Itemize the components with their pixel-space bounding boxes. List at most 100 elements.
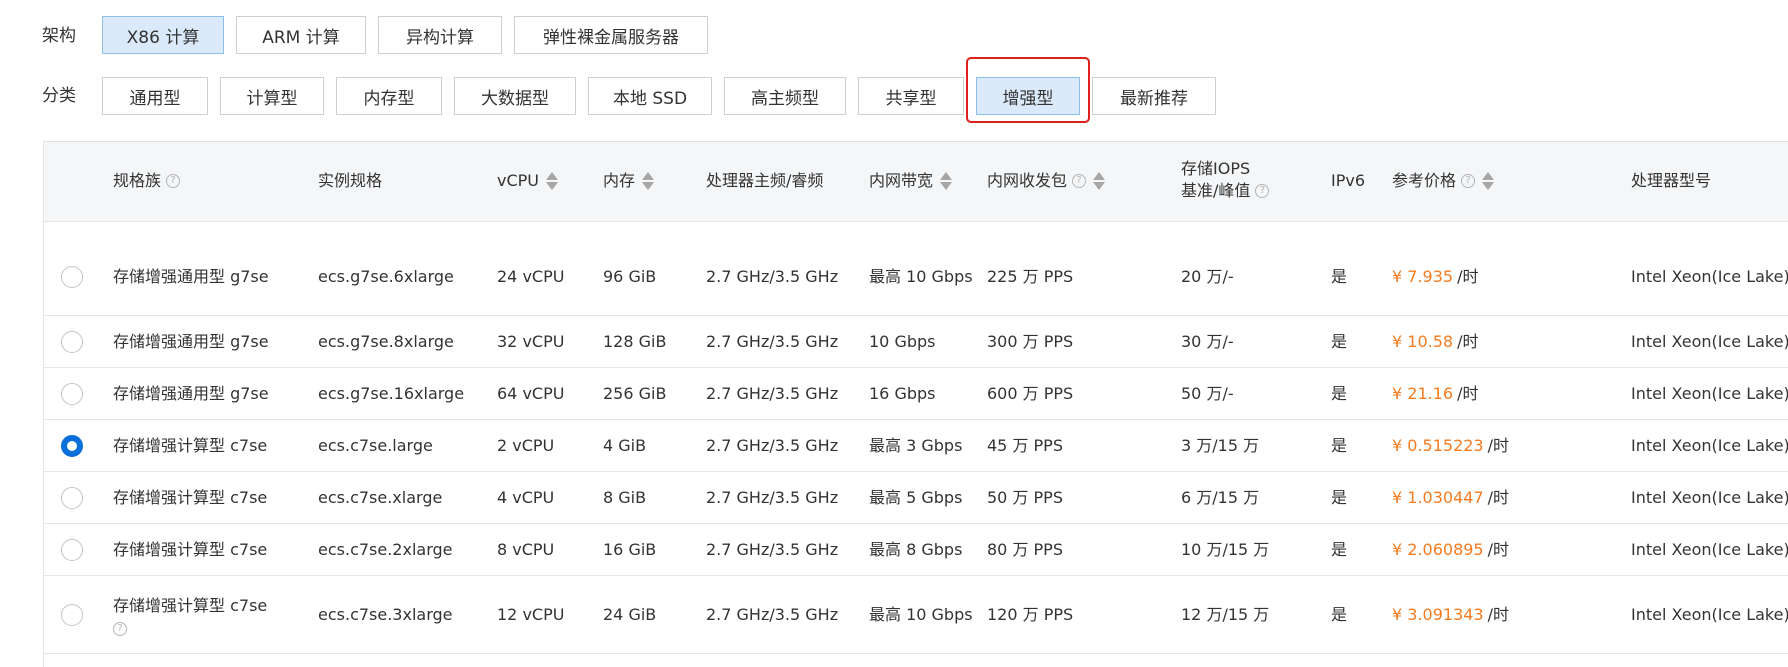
family-block: 存储增强计算型 c7se? (113, 594, 267, 636)
arch-filter-label: 架构 (42, 26, 76, 46)
row-select-radio[interactable] (61, 487, 83, 509)
cell-freq: 2.7 GHz/3.5 GHz (706, 524, 866, 575)
bandwidth-value: 最高 8 Gbps (869, 539, 963, 559)
price-unit: /时 (1487, 539, 1510, 559)
row-select-radio[interactable] (61, 435, 83, 457)
vcpu-value: 64 vCPU (497, 383, 565, 403)
category-option-memory[interactable]: 内存型 (336, 77, 442, 115)
category-option-shared[interactable]: 共享型 (858, 77, 964, 115)
question-circle-icon[interactable]: ? (166, 174, 181, 188)
pps-value: 50 万 PPS (987, 487, 1063, 507)
cell-memory: 16 GiB (603, 524, 703, 575)
vcpu-value: 24 vCPU (497, 266, 565, 286)
cpu-model-value: Intel Xeon(Ice Lake) (1631, 604, 1788, 624)
header-cpu-model: 处理器型号 (1631, 170, 1711, 192)
cell-freq: 2.7 GHz/3.5 GHz (706, 238, 866, 315)
cell-pps: 600 万 PPS (987, 368, 1177, 419)
sort-arrows-icon[interactable] (1093, 172, 1106, 190)
pps-value: 80 万 PPS (987, 539, 1063, 559)
header-ipv6: IPv6 (1331, 170, 1365, 192)
header-family: 规格族 ? (113, 170, 181, 192)
family-value: 存储增强通用型 g7se (113, 383, 269, 403)
question-circle-icon[interactable]: ? (1072, 174, 1087, 188)
header-price[interactable]: 参考价格 ? (1392, 170, 1495, 192)
price-value: ¥ 7.935 (1392, 266, 1454, 286)
cell-price: ¥ 2.060895/时 (1392, 524, 1627, 575)
cell-ipv6: 是 (1331, 368, 1386, 419)
header-memory[interactable]: 内存 (603, 170, 655, 192)
row-select-radio[interactable] (61, 539, 83, 561)
table-row[interactable]: 存储增强计算型 c7se? ecs.c7se.3xlarge 12 vCPU 24 G… (44, 576, 1788, 654)
row-select-radio[interactable] (61, 604, 83, 626)
category-option-compute[interactable]: 计算型 (220, 77, 324, 115)
header-spec: 实例规格 (318, 170, 382, 192)
cell-pps: 45 万 PPS (987, 420, 1177, 471)
cell-cpu-model: Intel Xeon(Ice Lake) (1631, 316, 1788, 367)
price-unit: /时 (1457, 266, 1479, 286)
header-bandwidth-label: 内网带宽 (869, 171, 934, 190)
price-unit: /时 (1487, 487, 1510, 507)
sort-arrows-icon[interactable] (940, 172, 953, 190)
category-option-local-ssd[interactable]: 本地 SSD (588, 77, 712, 115)
pps-value: 600 万 PPS (987, 383, 1074, 403)
ipv6-value: 是 (1331, 383, 1348, 403)
cell-vcpu: 12 vCPU (497, 576, 597, 653)
price-unit: /时 (1487, 435, 1510, 455)
cell-bandwidth: 最高 5 Gbps (869, 472, 973, 523)
cell-ipv6: 是 (1331, 472, 1386, 523)
price-value: ¥ 10.58 (1392, 331, 1454, 351)
header-price-label: 参考价格 (1392, 171, 1457, 190)
category-option-general[interactable]: 通用型 (102, 77, 208, 115)
arch-option-arm[interactable]: ARM 计算 (236, 16, 366, 54)
sort-arrows-icon[interactable] (1482, 172, 1495, 190)
cpu-model-value: Intel Xeon(Ice Lake) (1631, 435, 1788, 455)
family-value: 存储增强通用型 g7se (113, 266, 269, 286)
cell-iops: 20 万/- (1181, 238, 1326, 315)
row-select-radio[interactable] (61, 383, 83, 405)
sort-arrows-icon[interactable] (642, 172, 655, 190)
ipv6-value: 是 (1331, 435, 1348, 455)
header-bandwidth[interactable]: 内网带宽 (869, 170, 953, 192)
cpu-model-value: Intel Xeon(Ice Lake) (1631, 383, 1788, 403)
table-row[interactable]: 存储增强计算型 c7se ecs.c7se.large 2 vCPU 4 GiB 2.7… (44, 420, 1788, 472)
table-row[interactable]: 存储增强通用型 g7se ecs.g7se.16xlarge 64 vCPU 256 … (44, 368, 1788, 420)
header-freq-label: 处理器主频/睿频 (706, 171, 824, 190)
table-row[interactable]: 存储增强计算型 c7se ecs.c7se.2xlarge 8 vCPU 16 GiB… (44, 524, 1788, 576)
category-option-high-freq[interactable]: 高主频型 (724, 77, 846, 115)
arch-option-bare-metal[interactable]: 弹性裸金属服务器 (514, 16, 708, 54)
category-option-bigdata[interactable]: 大数据型 (454, 77, 576, 115)
table-row[interactable]: 存储增强通用型 g7se ecs.g7se.8xlarge 32 vCPU 128 G… (44, 316, 1788, 368)
freq-value: 2.7 GHz/3.5 GHz (706, 435, 839, 455)
header-vcpu[interactable]: vCPU (497, 170, 558, 192)
cell-spec: ecs.c7se.3xlarge (318, 576, 493, 653)
question-circle-icon[interactable]: ? (1255, 184, 1270, 198)
header-pps-label: 内网收发包 (987, 171, 1068, 190)
memory-value: 24 GiB (603, 604, 657, 624)
bandwidth-value: 最高 10 Gbps (869, 604, 973, 624)
table-row[interactable]: 存储增强通用型 g7se ecs.g7se.6xlarge 24 vCPU 96 Gi… (44, 238, 1788, 316)
cell-spec: ecs.c7se.large (318, 420, 493, 471)
header-pps[interactable]: 内网收发包 ? (987, 170, 1106, 192)
cell-iops: 50 万/- (1181, 368, 1326, 419)
category-option-latest[interactable]: 最新推荐 (1092, 77, 1216, 115)
memory-value: 4 GiB (603, 435, 647, 455)
sort-arrows-icon[interactable] (546, 172, 558, 190)
table-row[interactable]: 存储增强计算型 c7se ecs.c7se.xlarge 4 vCPU 8 GiB 2.… (44, 472, 1788, 524)
cell-freq: 2.7 GHz/3.5 GHz (706, 576, 866, 653)
question-circle-icon[interactable]: ? (113, 621, 127, 636)
header-vcpu-label: vCPU (497, 171, 539, 190)
category-option-enhanced[interactable]: 增强型 (976, 77, 1080, 115)
spec-value: ecs.c7se.2xlarge (318, 539, 453, 559)
cell-bandwidth: 10 Gbps (869, 316, 973, 367)
cell-memory: 24 GiB (603, 576, 703, 653)
cell-pps: 120 万 PPS (987, 576, 1177, 653)
arch-option-heterogeneous[interactable]: 异构计算 (378, 16, 502, 54)
cell-bandwidth: 最高 10 Gbps (869, 238, 973, 315)
row-select-radio[interactable] (61, 331, 83, 353)
vcpu-value: 12 vCPU (497, 604, 565, 624)
arch-option-x86[interactable]: X86 计算 (102, 16, 224, 54)
cell-family: 存储增强通用型 g7se (113, 238, 313, 315)
row-select-radio[interactable] (61, 266, 83, 288)
question-circle-icon[interactable]: ? (1461, 174, 1476, 188)
spec-value: ecs.c7se.3xlarge (318, 604, 453, 624)
